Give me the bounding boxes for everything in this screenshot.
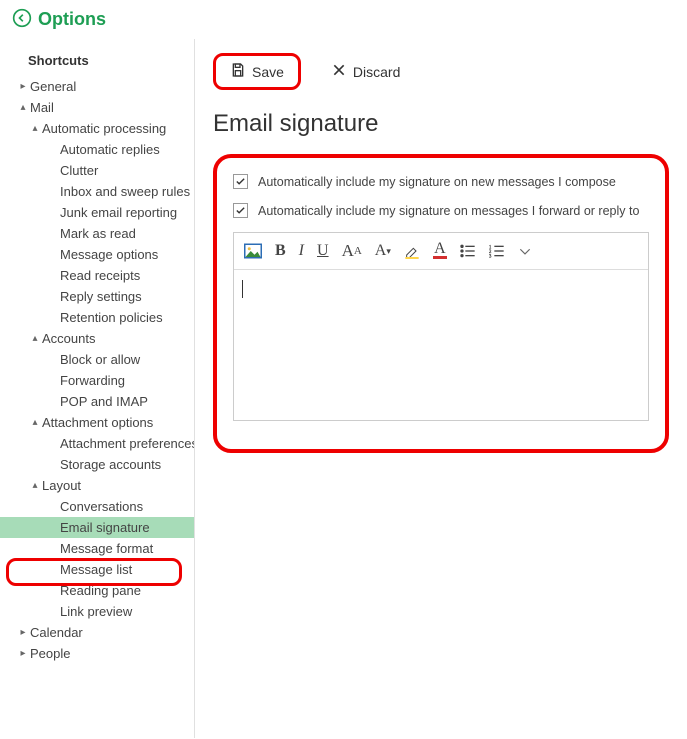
nav-email-signature[interactable]: Email signature xyxy=(0,517,194,538)
text-cursor xyxy=(242,280,243,298)
annotation-highlight-form: Automatically include my signature on ne… xyxy=(213,154,669,453)
discard-button[interactable]: Discard xyxy=(319,56,412,87)
nav-conversations[interactable]: Conversations xyxy=(0,496,194,517)
font-size-icon[interactable]: AA xyxy=(342,241,362,261)
back-icon[interactable] xyxy=(12,8,32,31)
nav-automatic-processing[interactable]: ▴Automatic processing xyxy=(0,118,194,139)
signature-editor: B I U AA A▾ A 123 xyxy=(233,232,649,421)
nav-attachment-prefs[interactable]: Attachment preferences xyxy=(0,433,194,454)
nav-clutter[interactable]: Clutter xyxy=(0,160,194,181)
nav-link-preview[interactable]: Link preview xyxy=(0,601,194,622)
nav-layout[interactable]: ▴Layout xyxy=(0,475,194,496)
nav-automatic-replies[interactable]: Automatic replies xyxy=(0,139,194,160)
nav-accounts[interactable]: ▴Accounts xyxy=(0,328,194,349)
save-button[interactable]: Save xyxy=(213,53,301,90)
nav-inbox-sweep[interactable]: Inbox and sweep rules xyxy=(0,181,194,202)
nav-retention-policies[interactable]: Retention policies xyxy=(0,307,194,328)
svg-text:3: 3 xyxy=(489,255,492,258)
insert-image-icon[interactable] xyxy=(244,243,262,259)
nav-message-options[interactable]: Message options xyxy=(0,244,194,265)
shortcuts-heading: Shortcuts xyxy=(0,49,194,76)
highlight-color-icon[interactable] xyxy=(404,243,420,259)
italic-icon[interactable]: I xyxy=(299,242,304,260)
nav-read-receipts[interactable]: Read receipts xyxy=(0,265,194,286)
checkbox-new-messages-label: Automatically include my signature on ne… xyxy=(258,175,616,189)
checkbox-forward-reply[interactable] xyxy=(233,203,248,218)
nav-attachment-options[interactable]: ▴Attachment options xyxy=(0,412,194,433)
discard-label: Discard xyxy=(353,64,400,80)
font-family-icon[interactable]: A▾ xyxy=(375,242,391,260)
sidebar: Shortcuts ▸General ▴Mail ▴Automatic proc… xyxy=(0,39,195,738)
nav-people[interactable]: ▸People xyxy=(0,643,194,664)
save-label: Save xyxy=(252,64,284,80)
bold-icon[interactable]: B xyxy=(275,242,286,260)
nav-storage-accounts[interactable]: Storage accounts xyxy=(0,454,194,475)
page-title: Email signature xyxy=(213,110,669,138)
underline-icon[interactable]: U xyxy=(317,242,329,260)
nav-message-list[interactable]: Message list xyxy=(0,559,194,580)
nav-message-format[interactable]: Message format xyxy=(0,538,194,559)
page-header-title: Options xyxy=(38,9,106,30)
nav-mark-read[interactable]: Mark as read xyxy=(0,223,194,244)
nav-forwarding[interactable]: Forwarding xyxy=(0,370,194,391)
bullet-list-icon[interactable] xyxy=(460,244,476,258)
font-color-icon[interactable]: A xyxy=(433,243,447,259)
nav-pop-imap[interactable]: POP and IMAP xyxy=(0,391,194,412)
nav-calendar[interactable]: ▸Calendar xyxy=(0,622,194,643)
more-options-icon[interactable] xyxy=(518,246,532,256)
nav-block-allow[interactable]: Block or allow xyxy=(0,349,194,370)
nav-general[interactable]: ▸General xyxy=(0,76,194,97)
nav-reply-settings[interactable]: Reply settings xyxy=(0,286,194,307)
nav-junk-reporting[interactable]: Junk email reporting xyxy=(0,202,194,223)
save-icon xyxy=(230,62,246,81)
nav-mail[interactable]: ▴Mail xyxy=(0,97,194,118)
nav-reading-pane[interactable]: Reading pane xyxy=(0,580,194,601)
checkbox-new-messages[interactable] xyxy=(233,174,248,189)
close-icon xyxy=(331,62,347,81)
numbered-list-icon[interactable]: 123 xyxy=(489,244,505,258)
main-panel: Save Discard Email signature Automatical… xyxy=(195,39,687,738)
signature-textarea[interactable] xyxy=(234,270,648,420)
checkbox-forward-reply-label: Automatically include my signature on me… xyxy=(258,204,639,218)
